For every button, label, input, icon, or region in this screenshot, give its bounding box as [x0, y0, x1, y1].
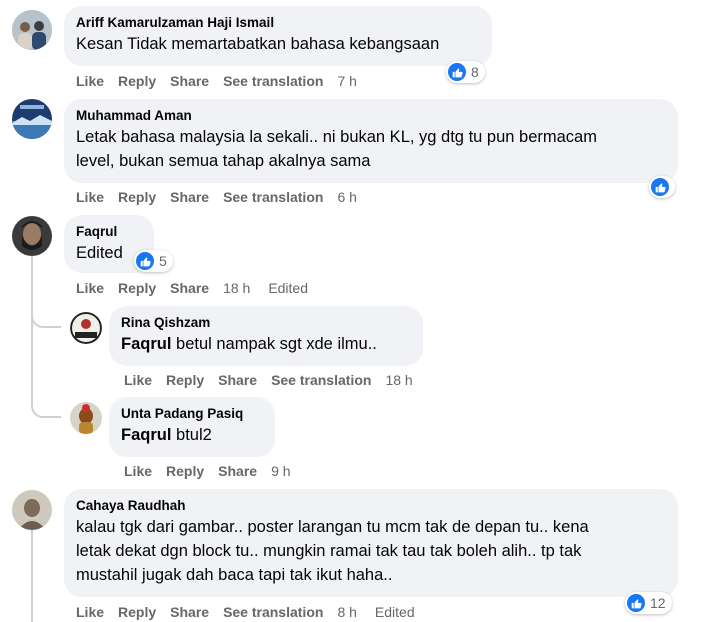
avatar[interactable]: [70, 312, 102, 344]
avatar-photo: [12, 99, 52, 139]
comment-author[interactable]: Faqrul: [76, 223, 142, 241]
reaction-number: 12: [650, 595, 666, 611]
timestamp[interactable]: 8 h: [337, 604, 356, 620]
edited-label: Edited: [268, 280, 309, 296]
thread-connector: [31, 328, 61, 418]
comment-author[interactable]: Muhammad Aman: [76, 107, 666, 125]
share-button[interactable]: Share: [170, 189, 209, 205]
reply-bubble: Unta Padang Pasiq Faqrul btul2: [109, 397, 275, 457]
comment-bubble: Cahaya Raudhah kalau tgk dari gambar.. p…: [64, 489, 678, 597]
like-button[interactable]: Like: [76, 73, 104, 89]
reply-text: Faqrul btul2: [121, 423, 263, 447]
timestamp[interactable]: 18 h: [385, 372, 412, 388]
see-translation-link[interactable]: See translation: [223, 189, 323, 205]
like-button[interactable]: Like: [76, 604, 104, 620]
reply-actions: Like Reply Share See translation 18 h: [124, 372, 427, 388]
comment-text: mustahil jugak dah baca tapi tak ikut ha…: [76, 566, 393, 584]
comment-actions: Like Reply Share See translation 8 h Edited: [76, 604, 429, 620]
like-icon: [651, 178, 669, 196]
like-button[interactable]: Like: [76, 280, 104, 296]
see-translation-link[interactable]: See translation: [223, 73, 323, 89]
reaction-count[interactable]: 5: [134, 250, 173, 272]
reply-body: btul2: [176, 426, 212, 444]
comment-text: level, bukan semua tahap akalnya sama: [76, 152, 371, 170]
see-translation-link[interactable]: See translation: [223, 604, 323, 620]
share-button[interactable]: Share: [218, 463, 257, 479]
share-button[interactable]: Share: [218, 372, 257, 388]
reaction-count[interactable]: 8: [446, 61, 485, 83]
avatar-photo: [12, 490, 52, 530]
avatar-photo: [70, 402, 102, 434]
reply-author[interactable]: Rina Qishzam: [121, 314, 411, 332]
reply-actions: Like Reply Share 9 h: [124, 463, 305, 479]
like-button[interactable]: Like: [124, 463, 152, 479]
avatar[interactable]: [12, 99, 52, 139]
like-icon: [627, 594, 645, 612]
reply-author[interactable]: Unta Padang Pasiq: [121, 405, 263, 423]
comment-text: Edited: [76, 244, 123, 262]
share-button[interactable]: Share: [170, 73, 209, 89]
avatar[interactable]: [70, 402, 102, 434]
comment-text: kalau tgk dari gambar.. poster larangan …: [76, 518, 589, 536]
thread-connector: [31, 300, 61, 328]
share-button[interactable]: Share: [170, 604, 209, 620]
like-icon: [448, 63, 466, 81]
comment-author[interactable]: Cahaya Raudhah: [76, 497, 666, 515]
comment-actions: Like Reply Share See translation 7 h: [76, 73, 371, 89]
reply-button[interactable]: Reply: [118, 73, 156, 89]
mention-link[interactable]: Faqrul: [121, 335, 171, 353]
like-icon: [136, 252, 154, 270]
reaction-count[interactable]: 12: [625, 592, 672, 614]
reply-body: betul nampak sgt xde ilmu..: [176, 335, 377, 353]
reply-button[interactable]: Reply: [118, 604, 156, 620]
reaction-count[interactable]: [649, 176, 675, 198]
timestamp[interactable]: 7 h: [337, 73, 356, 89]
avatar[interactable]: [12, 490, 52, 530]
comment-text: Kesan Tidak memartabatkan bahasa kebangs…: [76, 35, 440, 53]
avatar-photo: [70, 312, 102, 344]
avatar[interactable]: [12, 10, 52, 50]
comment-actions: Like Reply Share 18 h Edited: [76, 280, 322, 296]
reply-button[interactable]: Reply: [166, 463, 204, 479]
timestamp[interactable]: 9 h: [271, 463, 290, 479]
comment-author[interactable]: Ariff Kamarulzaman Haji Ismail: [76, 14, 480, 32]
avatar-photo: [12, 216, 52, 256]
reaction-number: 8: [471, 64, 479, 80]
avatar-photo: [12, 10, 52, 50]
share-button[interactable]: Share: [170, 280, 209, 296]
reaction-number: 5: [159, 253, 167, 269]
reply-button[interactable]: Reply: [118, 189, 156, 205]
comment-bubble: Muhammad Aman Letak bahasa malaysia la s…: [64, 99, 678, 183]
see-translation-link[interactable]: See translation: [271, 372, 371, 388]
comment-text: letak dekat dgn block tu.. mungkin ramai…: [76, 542, 582, 560]
reply-button[interactable]: Reply: [118, 280, 156, 296]
avatar[interactable]: [12, 216, 52, 256]
like-button[interactable]: Like: [76, 189, 104, 205]
comment-actions: Like Reply Share See translation 6 h: [76, 189, 371, 205]
reply-bubble: Rina Qishzam Faqrul betul nampak sgt xde…: [109, 306, 423, 366]
reply-button[interactable]: Reply: [166, 372, 204, 388]
timestamp[interactable]: 6 h: [337, 189, 356, 205]
mention-link[interactable]: Faqrul: [121, 426, 171, 444]
comment-text: Letak bahasa malaysia la sekali.. ni buk…: [76, 128, 597, 146]
reply-text: Faqrul betul nampak sgt xde ilmu..: [121, 332, 411, 356]
comment-bubble: Ariff Kamarulzaman Haji Ismail Kesan Tid…: [64, 6, 492, 66]
edited-label: Edited: [374, 604, 415, 620]
timestamp[interactable]: 18 h: [223, 280, 250, 296]
like-button[interactable]: Like: [124, 372, 152, 388]
